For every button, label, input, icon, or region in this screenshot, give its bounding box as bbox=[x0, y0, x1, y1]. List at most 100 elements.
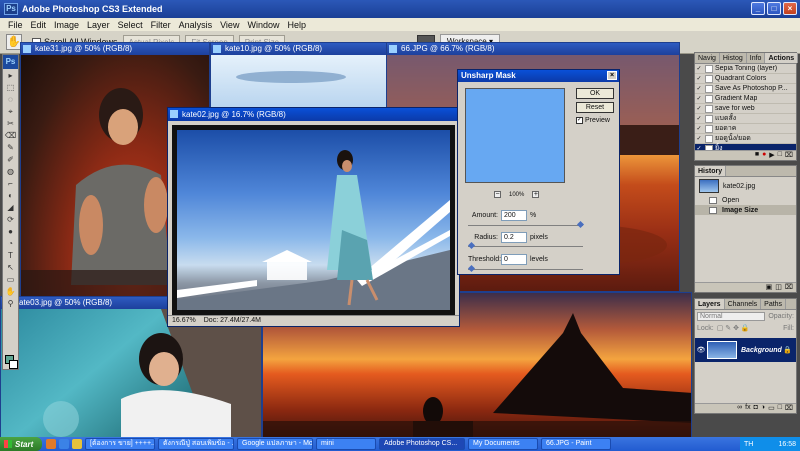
dialog-title[interactable]: Unsharp Mask × bbox=[458, 70, 619, 82]
ok-button[interactable]: OK bbox=[576, 88, 614, 99]
path-select-tool-icon[interactable]: ↖ bbox=[3, 262, 18, 273]
taskbar-item[interactable]: My Documents bbox=[468, 438, 538, 450]
hand-tool-icon[interactable]: ✋ bbox=[3, 286, 18, 297]
document-title[interactable]: 66.JPG @ 66.7% (RGB/8) bbox=[387, 43, 679, 55]
zoom-out-button[interactable]: − bbox=[494, 191, 501, 198]
move-tool-icon[interactable]: ▸ bbox=[3, 70, 18, 81]
trash-icon[interactable]: ⌧ bbox=[785, 283, 793, 292]
tab-paths[interactable]: Paths bbox=[761, 299, 787, 309]
zoom-in-button[interactable]: + bbox=[532, 191, 540, 198]
action-item[interactable]: ✓ Gradient Map bbox=[695, 94, 796, 104]
play-icon[interactable]: ▶ bbox=[769, 151, 774, 160]
layer-row-background[interactable]: 👁 Background 🔒 bbox=[695, 338, 796, 362]
folder-icon[interactable] bbox=[72, 439, 82, 449]
new-layer-icon[interactable]: □ bbox=[778, 404, 782, 413]
quick-select-tool-icon[interactable]: ⌖ bbox=[3, 106, 18, 117]
amount-slider-thumb[interactable] bbox=[576, 220, 585, 229]
document-title[interactable]: kate10.jpg @ 50% (RGB/8) bbox=[211, 43, 387, 55]
menu-image[interactable]: Image bbox=[50, 20, 83, 30]
amount-field[interactable]: 200 bbox=[501, 210, 527, 221]
mask-icon[interactable]: ◘ bbox=[754, 404, 758, 413]
dodge-tool-icon[interactable]: ◐ bbox=[3, 190, 18, 201]
history-item[interactable]: Open bbox=[695, 195, 796, 205]
menu-analysis[interactable]: Analysis bbox=[175, 20, 217, 30]
radius-field[interactable]: 0.2 bbox=[501, 232, 527, 243]
record-icon[interactable]: ● bbox=[762, 151, 766, 160]
eraser-tool-icon[interactable]: ⌫ bbox=[3, 130, 18, 141]
maximize-button[interactable]: □ bbox=[767, 2, 781, 15]
action-item[interactable]: ✓ ยอดูนั้ง/ยอด bbox=[695, 134, 796, 144]
blur-tool-icon[interactable]: ⟳ bbox=[3, 214, 18, 225]
action-item[interactable]: ✓ แบดสั้ง bbox=[695, 114, 796, 124]
trash-icon[interactable]: ⌧ bbox=[785, 151, 793, 160]
eye-icon[interactable]: 👁 bbox=[695, 346, 707, 354]
crop-tool-icon[interactable]: ✂ bbox=[3, 118, 18, 129]
tab-layers[interactable]: Layers bbox=[695, 299, 725, 309]
taskbar-item[interactable]: Google แปลภาษา - Mo... bbox=[237, 438, 313, 450]
marquee-tool-icon[interactable]: ⬚ bbox=[3, 82, 18, 93]
close-button[interactable]: × bbox=[783, 2, 797, 15]
start-button[interactable]: Start bbox=[0, 437, 42, 451]
tab-histogram[interactable]: Histog bbox=[720, 53, 747, 63]
snapshot-icon[interactable]: ◫ bbox=[775, 283, 782, 292]
document-canvas[interactable] bbox=[211, 55, 387, 111]
dialog-close-button[interactable]: × bbox=[607, 71, 617, 80]
zoom-tool-icon[interactable]: ⚲ bbox=[3, 298, 18, 309]
lasso-tool-icon[interactable]: ◌ bbox=[3, 94, 18, 105]
new-action-icon[interactable]: □ bbox=[778, 151, 782, 160]
menu-filter[interactable]: Filter bbox=[147, 20, 175, 30]
new-document-icon[interactable]: ▣ bbox=[766, 283, 773, 292]
tab-channels[interactable]: Channels bbox=[725, 299, 762, 309]
menu-file[interactable]: File bbox=[4, 20, 27, 30]
gradient-tool-icon[interactable]: ◢ bbox=[3, 202, 18, 213]
menu-help[interactable]: Help bbox=[283, 20, 310, 30]
action-item[interactable]: ✓ Quadrant Colors bbox=[695, 74, 796, 84]
doc-size[interactable]: Doc: 27.4M/27.4M bbox=[200, 316, 265, 326]
menu-view[interactable]: View bbox=[216, 20, 243, 30]
menu-select[interactable]: Select bbox=[114, 20, 147, 30]
blend-mode-select[interactable]: Normal bbox=[697, 311, 766, 321]
lock-icon[interactable]: ▢ ✎ ✥ 🔒 bbox=[717, 324, 750, 332]
taskbar-item[interactable]: ตั้งกรณีปู่ สอบเพิ่มข้อ - ... bbox=[158, 438, 234, 450]
menu-edit[interactable]: Edit bbox=[27, 20, 51, 30]
threshold-slider-thumb[interactable] bbox=[467, 264, 476, 273]
stop-icon[interactable]: ■ bbox=[755, 151, 759, 160]
taskbar-item[interactable]: mini bbox=[316, 438, 376, 450]
document-kate10[interactable]: kate10.jpg @ 50% (RGB/8) bbox=[210, 42, 388, 112]
tab-actions[interactable]: Actions bbox=[765, 53, 799, 63]
tab-navigator[interactable]: Navig bbox=[695, 53, 720, 63]
fx-icon[interactable]: fx bbox=[745, 404, 750, 413]
menu-window[interactable]: Window bbox=[243, 20, 283, 30]
link-icon[interactable]: ∞ bbox=[737, 404, 742, 413]
preview-checkbox[interactable]: ✓ Preview bbox=[576, 117, 610, 124]
taskbar-item-active[interactable]: Adobe Photoshop CS... bbox=[379, 438, 465, 450]
shape-tool-icon[interactable]: ▭ bbox=[3, 274, 18, 285]
taskbar-item[interactable]: [ต้องการ ขาย] ++++... bbox=[85, 438, 155, 450]
folder-icon[interactable]: ▭ bbox=[768, 404, 775, 413]
history-item-selected[interactable]: Image Size bbox=[695, 205, 796, 215]
type-tool-icon[interactable]: T bbox=[3, 250, 18, 261]
document-title[interactable]: kate02.jpg @ 16.7% (RGB/8) bbox=[168, 108, 459, 121]
radius-slider[interactable] bbox=[467, 241, 583, 250]
burn-tool-icon[interactable]: ● bbox=[3, 226, 18, 237]
clock[interactable]: 16:58 bbox=[778, 441, 796, 448]
menu-layer[interactable]: Layer bbox=[83, 20, 114, 30]
history-snapshot[interactable]: kate02.jpg bbox=[695, 177, 796, 195]
amount-slider[interactable] bbox=[468, 220, 585, 229]
radius-slider-thumb[interactable] bbox=[467, 241, 476, 250]
brush-tool-icon[interactable]: ✎ bbox=[3, 142, 18, 153]
zoom-level[interactable]: 16.67% bbox=[168, 316, 200, 326]
tab-info[interactable]: Info bbox=[747, 53, 766, 63]
filter-preview-window[interactable] bbox=[465, 88, 565, 183]
document-canvas[interactable] bbox=[1, 309, 261, 440]
background-color-swatch[interactable] bbox=[9, 360, 18, 369]
language-indicator[interactable]: TH bbox=[744, 441, 753, 448]
document-canvas[interactable] bbox=[172, 125, 455, 315]
firefox-icon[interactable] bbox=[46, 439, 56, 449]
action-item[interactable]: ✓ Save As Photoshop P... bbox=[695, 84, 796, 94]
history-brush-tool-icon[interactable]: ⌐ bbox=[3, 178, 18, 189]
document-title[interactable]: kate31.jpg @ 50% (RGB/8) bbox=[21, 43, 209, 55]
action-item[interactable]: ✓ Sepia Toning (layer) bbox=[695, 64, 796, 74]
ie-icon[interactable] bbox=[59, 439, 69, 449]
adjustment-icon[interactable]: ◑ bbox=[761, 404, 765, 413]
